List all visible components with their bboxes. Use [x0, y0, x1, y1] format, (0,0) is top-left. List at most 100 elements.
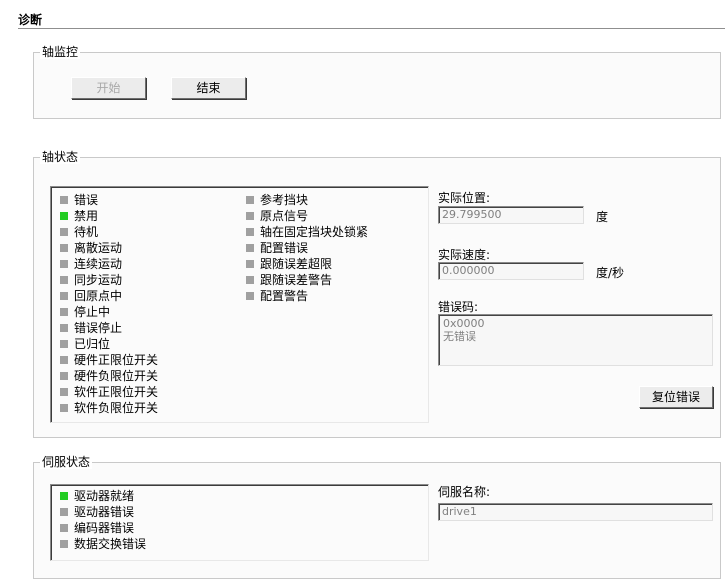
axis-status-item-1: 禁用 [60, 208, 98, 224]
axis-status-item-10: 硬件正限位开关 [60, 352, 158, 368]
axis-status-item-0: 错误 [60, 192, 98, 208]
error-code-label: 错误码: [438, 300, 479, 314]
status-label: 跟随误差警告 [260, 273, 333, 287]
axis-status-item-7: 停止中 [60, 304, 110, 320]
status-led-icon [60, 491, 68, 500]
servo-status-list: 驱动器就绪驱动器错误编码器错误数据交换错误 [50, 484, 429, 561]
status-label: 配置警告 [260, 289, 309, 303]
status-label: 跟随误差超限 [260, 257, 333, 271]
axis-status-item-b-2: 轴在固定挡块处锁紧 [246, 224, 368, 240]
axis-status-item-11: 硬件负限位开关 [60, 368, 158, 384]
status-led-icon [60, 355, 68, 364]
axis-monitor-group: 轴监控 开始 结束 [33, 45, 721, 119]
servo-status-item-0: 驱动器就绪 [60, 488, 134, 504]
status-led-icon [60, 539, 68, 548]
status-led-icon [246, 211, 254, 220]
status-label: 软件正限位开关 [74, 385, 159, 399]
status-label: 连续运动 [74, 257, 123, 271]
servo-status-item-3: 数据交换错误 [60, 536, 146, 552]
status-led-icon [246, 275, 254, 284]
servo-status-group: 伺服状态 驱动器就绪驱动器错误编码器错误数据交换错误 伺服名称: drive1 [33, 455, 721, 579]
axis-status-list: 错误禁用待机离散运动连续运动同步运动回原点中停止中错误停止已归位硬件正限位开关硬… [50, 186, 429, 423]
axis-status-group: 轴状态 错误禁用待机离散运动连续运动同步运动回原点中停止中错误停止已归位硬件正限… [33, 150, 721, 438]
axis-status-item-3: 离散运动 [60, 240, 122, 256]
status-led-icon [60, 339, 68, 348]
status-led-icon [60, 323, 68, 332]
status-label: 驱动器就绪 [74, 489, 135, 503]
status-label: 原点信号 [260, 209, 309, 223]
status-led-icon [246, 195, 254, 204]
axis-status-item-b-1: 原点信号 [246, 208, 308, 224]
title-divider [18, 28, 725, 30]
servo-name-field[interactable]: drive1 [438, 503, 713, 521]
status-label: 错误 [74, 193, 99, 207]
reset-error-button[interactable]: 复位错误 [639, 386, 713, 408]
status-led-icon [60, 307, 68, 316]
end-button[interactable]: 结束 [171, 77, 246, 99]
status-label: 数据交换错误 [74, 537, 147, 551]
axis-status-legend: 轴状态 [40, 150, 81, 164]
status-label: 配置错误 [260, 241, 309, 255]
status-label: 驱动器错误 [74, 505, 135, 519]
status-label: 回原点中 [74, 289, 123, 303]
axis-status-item-2: 待机 [60, 224, 98, 240]
status-led-icon [60, 195, 68, 204]
actual-position-field[interactable]: 29.799500 [438, 206, 584, 224]
status-led-icon [60, 243, 68, 252]
servo-status-legend: 伺服状态 [40, 455, 93, 469]
servo-name-label: 伺服名称: [438, 485, 491, 499]
status-led-icon [60, 211, 68, 220]
actual-velocity-field[interactable]: 0.000000 [438, 262, 584, 280]
status-led-icon [60, 291, 68, 300]
axis-status-item-13: 软件负限位开关 [60, 400, 158, 416]
axis-status-item-b-5: 跟随误差警告 [246, 272, 332, 288]
status-label: 待机 [74, 225, 99, 239]
actual-velocity-unit: 度/秒 [596, 266, 625, 280]
error-code-text: 无错误 [443, 330, 476, 343]
status-led-icon [60, 275, 68, 284]
error-code-value: 0x0000 [443, 317, 485, 330]
axis-status-item-8: 错误停止 [60, 320, 122, 336]
servo-status-item-2: 编码器错误 [60, 520, 134, 536]
error-code-box[interactable]: 0x0000 无错误 [438, 314, 713, 366]
status-label: 禁用 [74, 209, 99, 223]
status-led-icon [60, 227, 68, 236]
axis-status-item-b-3: 配置错误 [246, 240, 308, 256]
axis-status-item-12: 软件正限位开关 [60, 384, 158, 400]
status-led-icon [60, 387, 68, 396]
status-label: 离散运动 [74, 241, 123, 255]
status-label: 停止中 [74, 305, 111, 319]
status-label: 硬件负限位开关 [74, 369, 159, 383]
status-led-icon [60, 523, 68, 532]
page-title: 诊断 [18, 13, 43, 27]
status-led-icon [246, 259, 254, 268]
status-label: 参考挡块 [260, 193, 309, 207]
start-button[interactable]: 开始 [71, 77, 146, 99]
axis-monitor-legend: 轴监控 [40, 45, 81, 59]
status-label: 轴在固定挡块处锁紧 [260, 225, 369, 239]
status-led-icon [60, 259, 68, 268]
status-label: 同步运动 [74, 273, 123, 287]
axis-status-item-b-6: 配置警告 [246, 288, 308, 304]
status-label: 软件负限位开关 [74, 401, 159, 415]
axis-status-item-b-0: 参考挡块 [246, 192, 308, 208]
axis-status-item-9: 已归位 [60, 336, 110, 352]
status-led-icon [60, 403, 68, 412]
axis-status-item-6: 回原点中 [60, 288, 122, 304]
axis-status-item-4: 连续运动 [60, 256, 122, 272]
diagnostics-page: 诊断 轴监控 开始 结束 轴状态 错误禁用待机离散运动连续运动同步运动回原点中停… [0, 0, 725, 584]
axis-status-item-b-4: 跟随误差超限 [246, 256, 332, 272]
actual-position-label: 实际位置: [438, 191, 491, 205]
servo-status-item-1: 驱动器错误 [60, 504, 134, 520]
status-label: 编码器错误 [74, 521, 135, 535]
status-led-icon [246, 227, 254, 236]
actual-velocity-label: 实际速度: [438, 248, 491, 262]
status-label: 已归位 [74, 337, 111, 351]
axis-status-item-5: 同步运动 [60, 272, 122, 288]
actual-position-unit: 度 [596, 210, 609, 224]
status-label: 错误停止 [74, 321, 123, 335]
status-led-icon [60, 371, 68, 380]
status-led-icon [246, 291, 254, 300]
status-label: 硬件正限位开关 [74, 353, 159, 367]
status-led-icon [60, 507, 68, 516]
